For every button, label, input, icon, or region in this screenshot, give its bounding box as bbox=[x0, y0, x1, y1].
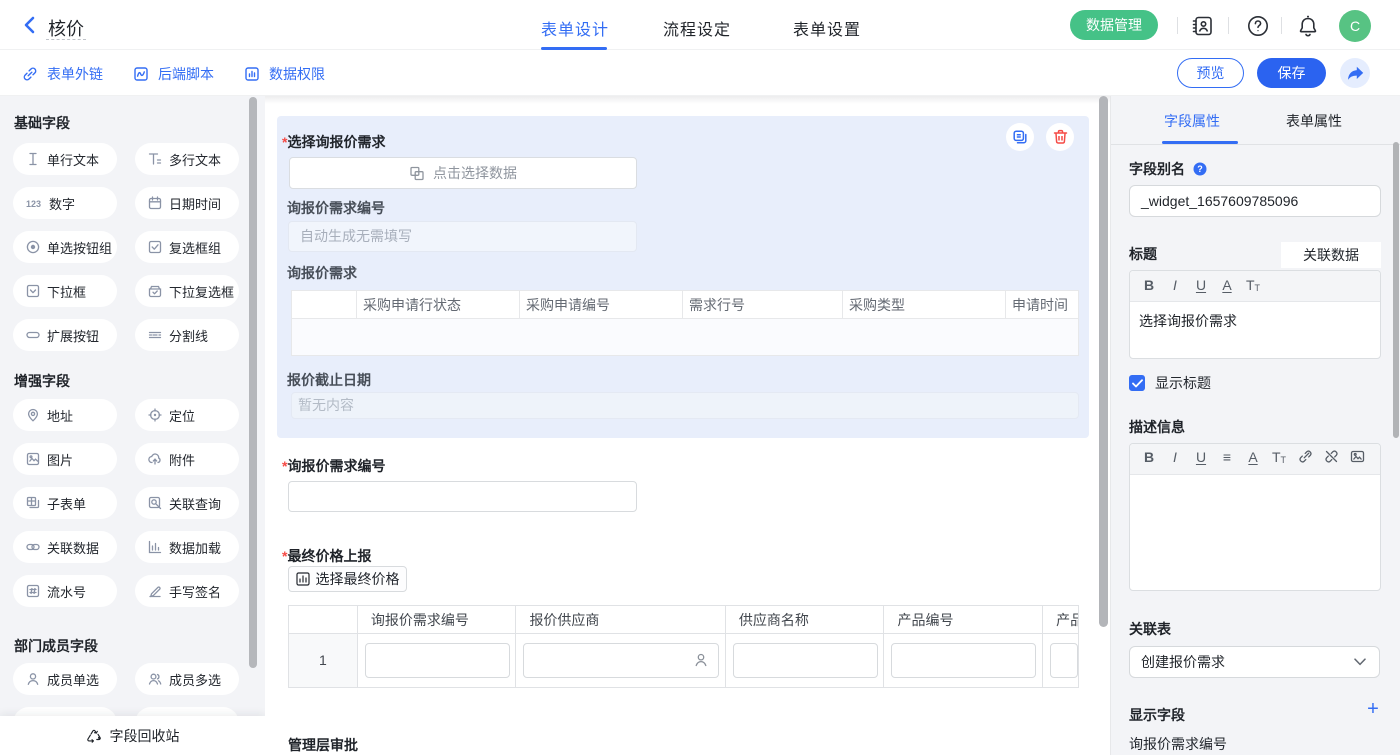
svg-text:123: 123 bbox=[26, 199, 41, 208]
svg-text:?: ? bbox=[1197, 164, 1203, 174]
